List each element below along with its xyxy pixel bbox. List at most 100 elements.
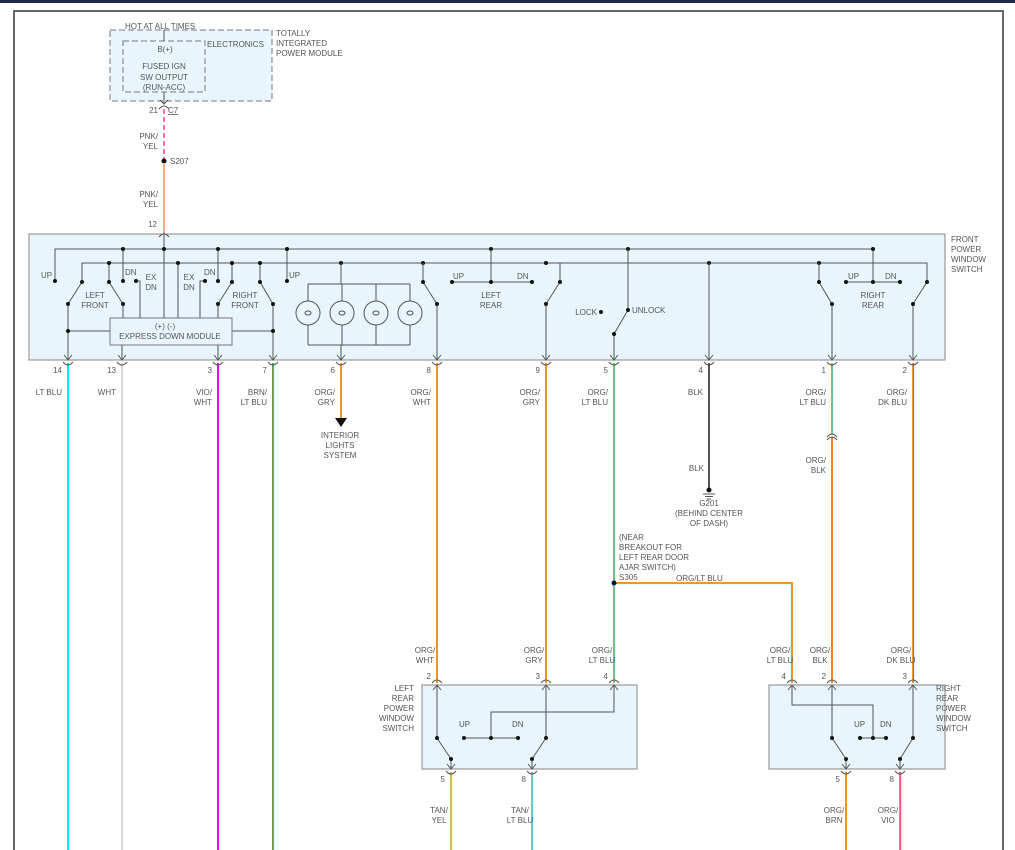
label: 8 <box>522 775 527 784</box>
label: VIO/ <box>196 388 213 397</box>
tipm-module[interactable]: HOT AT ALL TIMES B(+) FUSED IGN SW OUTPU… <box>109 22 273 102</box>
splice-label: S305 <box>619 573 638 582</box>
left-rear-switch-name: LEFT REAR POWER WINDOW SWITCH <box>379 684 415 733</box>
label: VIO <box>881 816 895 825</box>
svg-text:WINDOW: WINDOW <box>379 714 415 723</box>
label: 5 <box>836 775 841 784</box>
label: LT BLU <box>507 816 534 825</box>
label: 8 <box>427 366 432 375</box>
label: BLK <box>812 656 828 665</box>
interior-lights-label: SYSTEM <box>324 451 357 460</box>
label: ORG/ <box>810 646 831 655</box>
label: WHT <box>416 656 434 665</box>
switch-label: UP <box>854 720 865 729</box>
splice-note: BREAKOUT FOR <box>619 543 682 552</box>
pin-8: 8 ORG/WHT <box>411 354 443 683</box>
label: 2 <box>822 672 827 681</box>
label: ORG/ <box>878 806 899 815</box>
label: WHT <box>98 388 116 397</box>
wire-label: ORG/LT BLU <box>676 574 723 583</box>
front-power-window-switch[interactable]: (+) (-) EXPRESS DOWN MODULE UP LEFT FRON… <box>28 232 946 361</box>
switch-label: LEFT <box>85 291 105 300</box>
ground-location: (BEHIND CENTER <box>675 509 743 518</box>
pin-number: 12 <box>148 220 157 229</box>
wire-label: YEL <box>143 200 159 209</box>
splice-s305[interactable] <box>611 580 617 586</box>
pin-3: 3 VIO/WHT <box>194 354 224 850</box>
switch-label: DN <box>125 268 137 277</box>
pin-7: 7 BRN/LT BLU <box>241 354 279 850</box>
label: ORG/ <box>806 388 827 397</box>
fused-label: (RUN-ACC) <box>143 83 186 92</box>
pin-9: 9 ORG/GRY <box>520 354 552 683</box>
label: 5 <box>604 366 609 375</box>
switch-label: REAR <box>480 301 502 310</box>
bplus-label: B(+) <box>157 45 173 54</box>
arrow-down-icon <box>335 418 347 427</box>
label: ORG/ <box>520 388 541 397</box>
switch-label: RIGHT <box>861 291 886 300</box>
label: 3 <box>536 672 541 681</box>
splice-note: LEFT REAR DOOR <box>619 553 689 562</box>
electronics-label: ELECTRONICS <box>207 40 264 49</box>
switch-label: UP <box>848 272 859 281</box>
label: 5 <box>441 775 446 784</box>
switch-label: DN <box>145 283 157 292</box>
label: GRY <box>523 398 541 407</box>
label: ORG/ <box>315 388 336 397</box>
label: ORG/ <box>891 646 912 655</box>
label: ORG/ <box>524 646 545 655</box>
switch-label: LOCK <box>575 308 597 317</box>
label: LT BLU <box>241 398 268 407</box>
fused-label: SW OUTPUT <box>140 73 188 82</box>
wire-label: PNK/ <box>139 190 158 199</box>
label: TAN/ <box>430 806 448 815</box>
wire-label: YEL <box>143 142 159 151</box>
label: 8 <box>890 775 895 784</box>
label: ORG/ <box>824 806 845 815</box>
switch-label: UNLOCK <box>632 306 666 315</box>
label: LT BLU <box>36 388 63 397</box>
label: 2 <box>427 672 432 681</box>
wire-org-lt-blu[interactable] <box>614 582 793 683</box>
label: GRY <box>318 398 336 407</box>
pin-6: 6 ORG/GRY <box>315 354 347 418</box>
svg-text:POWER: POWER <box>384 704 414 713</box>
label: 4 <box>604 672 609 681</box>
pin-number: 21 <box>149 106 158 115</box>
switch-label: FRONT <box>81 301 109 310</box>
label: BLK <box>688 388 704 397</box>
label: DK BLU <box>887 656 916 665</box>
tipm-name: POWER MODULE <box>276 49 343 58</box>
svg-text:SWITCH: SWITCH <box>382 724 414 733</box>
label: BRN/ <box>248 388 268 397</box>
splice-s207[interactable] <box>161 158 167 164</box>
switch-label: EX <box>184 273 195 282</box>
switch-label: DN <box>517 272 529 281</box>
switch-label: UP <box>289 271 300 280</box>
switch-label: UP <box>453 272 464 281</box>
label: ORG/ <box>770 646 791 655</box>
label: 14 <box>53 366 62 375</box>
ground-location: OF DASH) <box>690 519 729 528</box>
label: ORG/ <box>415 646 436 655</box>
label: 6 <box>331 366 336 375</box>
svg-text:REAR: REAR <box>936 694 958 703</box>
connector-id: C7 <box>168 106 179 115</box>
switch-label: DN <box>885 272 897 281</box>
module-name: EXPRESS DOWN MODULE <box>119 332 221 341</box>
svg-text:SWITCH: SWITCH <box>936 724 968 733</box>
label: WHT <box>413 398 431 407</box>
wire-label: ORG/ <box>806 456 827 465</box>
left-rear-power-window-switch[interactable]: UP DN <box>421 684 638 770</box>
label: BRN <box>826 816 843 825</box>
ground-icon <box>703 487 715 500</box>
wiring-diagram: HOT AT ALL TIMES B(+) FUSED IGN SW OUTPU… <box>13 10 1004 850</box>
switch-label: FRONT <box>231 301 259 310</box>
svg-text:REAR: REAR <box>392 694 414 703</box>
interior-lights-label: LIGHTS <box>326 441 355 450</box>
label: WHT <box>194 398 212 407</box>
label: 7 <box>263 366 268 375</box>
right-rear-power-window-switch[interactable]: UP DN <box>768 684 946 770</box>
splice-label: S207 <box>170 157 189 166</box>
